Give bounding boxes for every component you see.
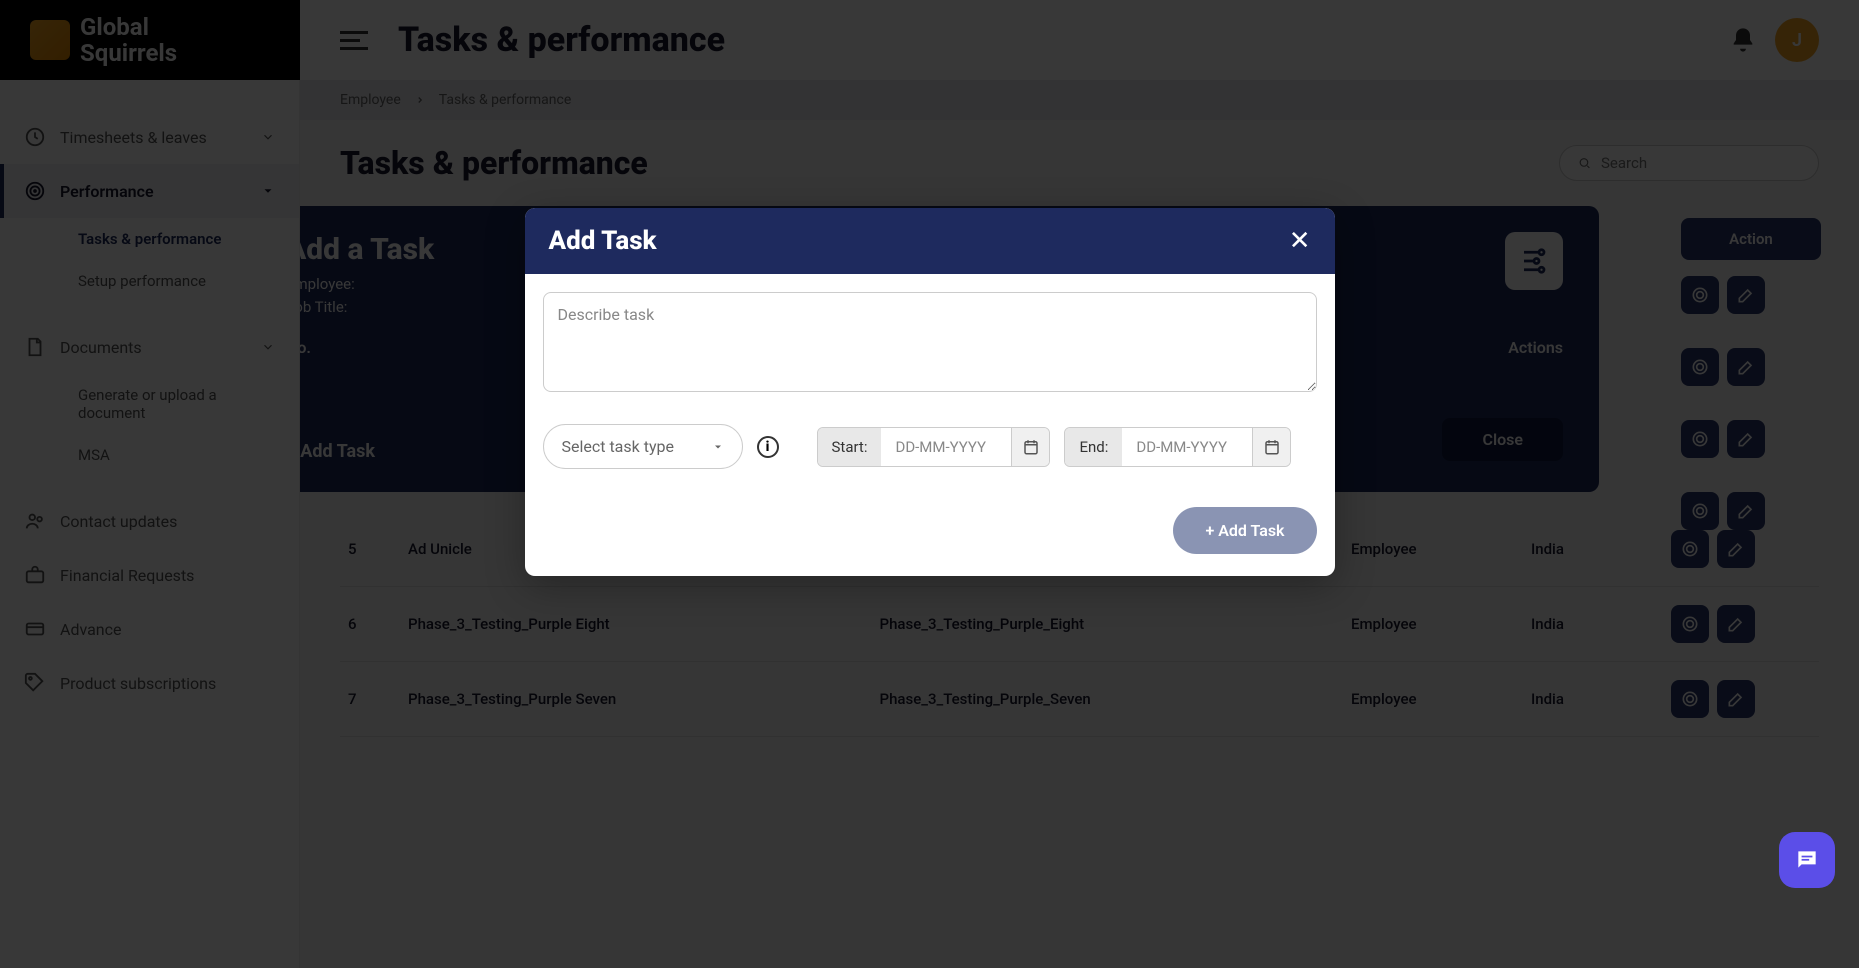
calendar-icon[interactable]	[1011, 428, 1049, 466]
end-label: End:	[1065, 428, 1122, 466]
task-type-select[interactable]: Select task type	[543, 424, 743, 469]
chat-icon	[1794, 847, 1820, 873]
modal-overlay[interactable]: Add Task ✕ Select task type i Start:	[0, 0, 1859, 968]
select-label: Select task type	[562, 437, 674, 456]
start-label: Start:	[818, 428, 882, 466]
add-task-submit-button[interactable]: + Add Task	[1173, 507, 1316, 554]
start-date-group: Start:	[817, 427, 1051, 467]
end-date-input[interactable]	[1122, 428, 1252, 466]
end-date-group: End:	[1064, 427, 1291, 467]
chat-widget-button[interactable]	[1779, 832, 1835, 888]
close-icon[interactable]: ✕	[1289, 228, 1311, 254]
chevron-down-icon	[712, 441, 724, 453]
calendar-icon[interactable]	[1252, 428, 1290, 466]
describe-task-input[interactable]	[543, 292, 1317, 392]
modal-title: Add Task	[549, 226, 657, 256]
info-icon[interactable]: i	[757, 436, 779, 458]
add-task-modal: Add Task ✕ Select task type i Start:	[525, 208, 1335, 576]
start-date-input[interactable]	[881, 428, 1011, 466]
